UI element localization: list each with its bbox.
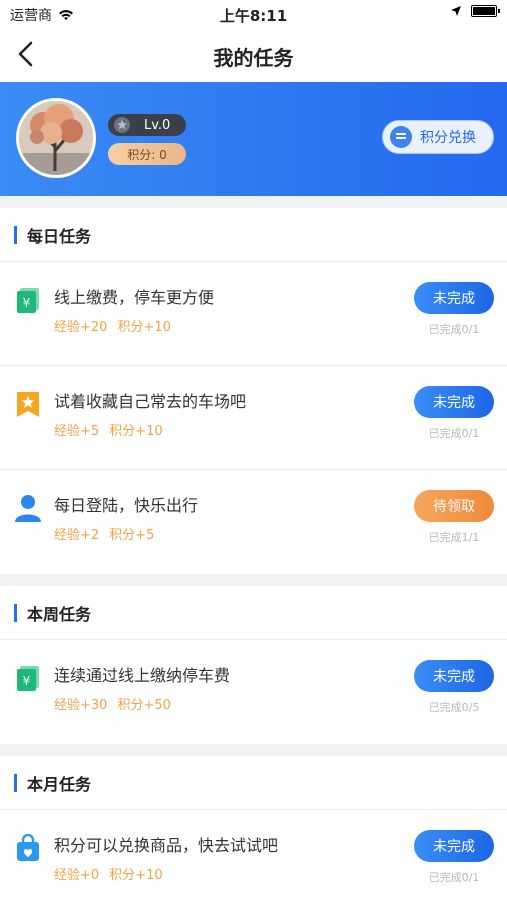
task-exp: 经验+20 xyxy=(54,320,108,335)
task-reward: 经验+0 积分+10 xyxy=(54,864,163,883)
money-icon: ¥ xyxy=(17,288,39,313)
section-accent-bar xyxy=(14,225,17,244)
task-progress: 已完成1/1 xyxy=(428,531,480,544)
task-status-button[interactable]: 未完成 xyxy=(414,830,494,862)
points-badge: 积分: 0 xyxy=(108,143,186,165)
star-icon xyxy=(114,117,130,133)
task-reward: 经验+20 积分+10 xyxy=(54,316,171,335)
task-item: 试着收藏自己常去的车场吧 经验+5 积分+10 未完成 已完成0/1 xyxy=(0,366,507,470)
task-claim-button[interactable]: 待领取 xyxy=(414,490,494,522)
task-item: ¥ 连续通过线上缴纳停车费 经验+30 积分+50 未完成 已完成0/5 xyxy=(0,640,507,744)
task-title: 每日登陆，快乐出行 xyxy=(54,496,199,515)
task-points: 积分+10 xyxy=(109,424,163,439)
task-exp: 经验+30 xyxy=(54,698,108,713)
bookmark-star-icon xyxy=(17,392,39,417)
task-item: 每日登陆，快乐出行 经验+2 积分+5 待领取 已完成1/1 xyxy=(0,470,507,574)
task-title: 试着收藏自己常去的车场吧 xyxy=(54,392,247,411)
task-item: 积分可以兑换商品，快去试试吧 经验+0 积分+10 未完成 已完成0/1 xyxy=(0,810,507,900)
avatar-tree-image xyxy=(19,101,93,175)
status-time: 上午8:11 xyxy=(219,7,288,25)
task-exp: 经验+0 xyxy=(54,868,100,883)
section-accent-bar xyxy=(14,603,17,622)
task-title: 线上缴费，停车更方便 xyxy=(54,288,215,307)
task-reward: 经验+2 积分+5 xyxy=(54,524,154,543)
task-status-button[interactable]: 未完成 xyxy=(414,282,494,314)
shopping-bag-icon xyxy=(17,834,39,861)
points-exchange-button[interactable]: 积分兑换 xyxy=(382,120,494,154)
task-item: ¥ 线上缴费，停车更方便 经验+20 积分+10 未完成 已完成0/1 xyxy=(0,262,507,366)
points-label: 积分: 0 xyxy=(127,147,167,162)
task-progress: 已完成0/5 xyxy=(428,701,480,714)
page-title: 我的任务 xyxy=(213,46,294,70)
section-title: 每日任务 xyxy=(27,226,92,246)
avatar[interactable] xyxy=(16,98,96,178)
task-title: 积分可以兑换商品，快去试试吧 xyxy=(54,836,279,855)
battery-icon xyxy=(471,5,500,17)
section-monthly: 本月任务 积分可以兑换商品，快去试试吧 经验+0 积分+10 未完成 已完成0/1 xyxy=(0,756,507,900)
money-icon: ¥ xyxy=(17,666,39,691)
profile-banner: Lv.0 积分: 0 积分兑换 xyxy=(0,82,507,196)
section-header: 每日任务 xyxy=(0,208,507,262)
task-status-button[interactable]: 未完成 xyxy=(414,660,494,692)
section-header: 本月任务 xyxy=(0,756,507,810)
task-points: 积分+50 xyxy=(117,698,171,713)
task-reward: 经验+30 积分+50 xyxy=(54,694,171,713)
section-accent-bar xyxy=(14,773,17,792)
section-header: 本周任务 xyxy=(0,586,507,640)
section-title: 本月任务 xyxy=(27,774,92,794)
svg-text:¥: ¥ xyxy=(23,674,31,688)
level-label: Lv.0 xyxy=(144,117,171,133)
task-title: 连续通过线上缴纳停车费 xyxy=(54,666,231,685)
coin-icon xyxy=(390,126,412,148)
location-arrow-icon xyxy=(451,6,461,16)
task-progress: 已完成0/1 xyxy=(428,871,480,884)
status-bar: 运营商 上午8:11 xyxy=(0,0,507,28)
task-exp: 经验+5 xyxy=(54,424,100,439)
task-progress: 已完成0/1 xyxy=(428,427,480,440)
task-exp: 经验+2 xyxy=(54,528,100,543)
task-progress: 已完成0/1 xyxy=(428,323,480,336)
section-title: 本周任务 xyxy=(27,604,92,624)
task-status-button[interactable]: 未完成 xyxy=(414,386,494,418)
section-daily: 每日任务 ¥ 线上缴费，停车更方便 经验+20 积分+10 未完成 已完成0/1 … xyxy=(0,208,507,574)
status-right xyxy=(451,5,500,17)
user-icon xyxy=(15,495,41,522)
svg-text:¥: ¥ xyxy=(23,296,31,310)
exchange-label: 积分兑换 xyxy=(420,130,476,146)
level-badge: Lv.0 xyxy=(108,114,186,136)
task-points: 积分+10 xyxy=(117,320,171,335)
section-weekly: 本周任务 ¥ 连续通过线上缴纳停车费 经验+30 积分+50 未完成 已完成0/5 xyxy=(0,586,507,744)
task-reward: 经验+5 积分+10 xyxy=(54,420,163,439)
nav-bar: 我的任务 xyxy=(0,28,507,82)
task-points: 积分+5 xyxy=(109,528,155,543)
task-points: 积分+10 xyxy=(109,868,163,883)
